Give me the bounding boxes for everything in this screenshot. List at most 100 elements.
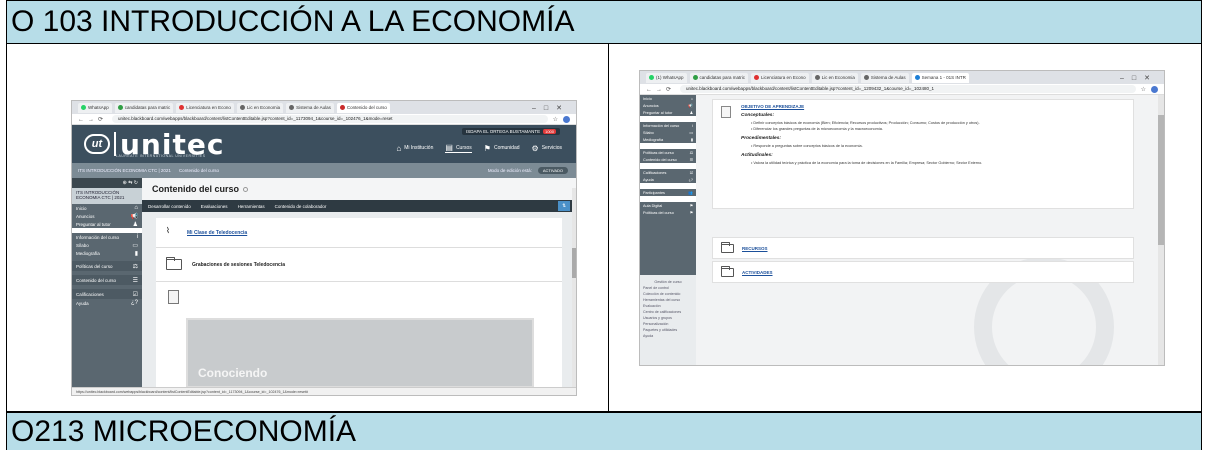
procedimentales-heading: Procedimentales: xyxy=(741,136,781,141)
sidebar-item-participantes[interactable]: Participantes 👥 xyxy=(640,189,696,196)
document-icon: ▭ xyxy=(132,242,138,249)
sidebar-item-ayuda[interactable]: Ayuda ¿? xyxy=(640,176,696,183)
folder-icon xyxy=(721,265,734,277)
sidebar-item-anuncios[interactable]: Anuncios 📢 xyxy=(640,102,696,109)
tab-bar: (1) WhatsApp candidatas para matric Lice… xyxy=(640,71,1164,84)
person-icon: ♟ xyxy=(132,221,138,228)
section-header-microeconomia: O213 MICROECONOMÍA xyxy=(6,412,1202,450)
panel-item[interactable]: Ayuda xyxy=(643,333,693,339)
sidebar-item-inicio[interactable]: Inicio ⌂ xyxy=(72,204,142,212)
profile-icon[interactable] xyxy=(563,115,570,123)
options-icon[interactable] xyxy=(243,186,249,192)
sidebar-item-inicio[interactable]: Inicio ⌂ xyxy=(640,95,696,102)
sidebar-item-contenido[interactable]: Contenido del curso ☰ xyxy=(72,275,142,285)
scrollbar[interactable] xyxy=(572,188,576,393)
sidebar-item-politicas[interactable]: Políticas del curso ⚖ xyxy=(640,149,696,156)
browser-tab[interactable]: Sistema de Aulas xyxy=(860,72,909,83)
star-icon[interactable]: ☆ xyxy=(1141,86,1146,93)
star-icon[interactable]: ☆ xyxy=(553,116,558,123)
page-title: Contenido del curso xyxy=(142,178,576,200)
sidebar-item-informacion[interactable]: Información del curso i xyxy=(72,233,142,241)
sidebar-item-calificaciones[interactable]: Calificaciones ☑ xyxy=(640,169,696,176)
browser-tab[interactable]: Licenciatura en Econo xyxy=(176,102,234,113)
top-nav: ⌂ Mi Institución ▤ Cursos ⚑ Comunidad ⚙ Serv… xyxy=(396,143,562,153)
browser-tab[interactable]: candidatas para matric xyxy=(114,102,174,113)
sidebar-item-politicas-2[interactable]: Políticas del curso ⚑ xyxy=(640,209,696,216)
window-controls[interactable]: –□✕ xyxy=(532,104,576,112)
window-controls[interactable]: –□✕ xyxy=(1120,74,1164,82)
bullet-item: • Responde a preguntas sobre conceptos b… xyxy=(751,144,863,148)
breadcrumb: ITS INTRODUCCIÓN ECONOMIA CTC | 2021 Con… xyxy=(72,163,576,178)
sidebar-item-informacion[interactable]: Información del curso i xyxy=(640,122,696,129)
browser-tab[interactable]: Sistema de Aulas xyxy=(286,102,334,113)
sidebar-item-preguntar[interactable]: Preguntar al tutor ♟ xyxy=(72,220,142,228)
sidebar-item-preguntar[interactable]: Preguntar al tutor ♟ xyxy=(640,109,696,116)
bullet-item: • Valora la utilidad teórica y práctica … xyxy=(751,161,983,165)
sidebar-tools[interactable]: ⊕ ⇆ ↻ xyxy=(72,178,142,188)
nav-mi-institucion[interactable]: ⌂ Mi Institución xyxy=(396,143,433,153)
objective-title[interactable]: OBJETIVO DE APRENDIZAJE xyxy=(741,104,1127,109)
profile-icon[interactable] xyxy=(1151,85,1158,93)
browser-tab[interactable]: Lic en Economia xyxy=(236,102,284,113)
content-area: OBJETIVO DE APRENDIZAJE Conceptuales: • … xyxy=(696,95,1164,365)
right-browser-screenshot: (1) WhatsApp candidatas para matric Lice… xyxy=(639,70,1165,366)
home-icon: ⌂ xyxy=(396,143,402,153)
sidebar-item-politicas[interactable]: Políticas del curso ⚖ xyxy=(72,261,142,271)
home-icon: ⌂ xyxy=(134,205,138,211)
sidebar-course-name[interactable]: ITS INTRODUCCIÓN ECONOMIA CTC | 2021 xyxy=(72,188,142,204)
nav-cursos[interactable]: ▤ Cursos xyxy=(445,143,472,153)
browser-tab-active[interactable]: Contenido del curso xyxy=(336,102,390,113)
sidebar-item-silabo[interactable]: Sílabo ▭ xyxy=(72,241,142,249)
browser-tab-active[interactable]: Semana 1 - 01S INTR xyxy=(911,72,969,83)
section-header-intro-economia: O 103 INTRODUCCIÓN A LA ECONOMÍA xyxy=(6,0,1202,44)
sidebar-item-contenido[interactable]: Contenido del curso ☰ xyxy=(640,156,696,163)
lms-body: ⊕ ⇆ ↻ ITS INTRODUCCIÓN ECONOMIA CTC | 20… xyxy=(72,178,576,395)
action-evaluaciones[interactable]: Evaluaciones xyxy=(201,204,228,209)
content-folder-title[interactable]: Grabaciones de sesiones Teledocencia xyxy=(192,262,285,268)
browser-tab[interactable]: WhatsApp xyxy=(78,102,112,113)
help-icon: ¿? xyxy=(130,300,138,306)
edit-mode-toggle[interactable]: ACTIVADO xyxy=(537,167,568,174)
video-title: Conociendo xyxy=(198,366,268,380)
action-herramientas[interactable]: Herramientas xyxy=(238,204,265,209)
nav-servicios[interactable]: ⚙ Servicios xyxy=(532,143,562,153)
content-link[interactable]: Mi Clase de Teledocencia xyxy=(187,230,247,236)
list-item: ⌇ Mi Clase de Teledocencia xyxy=(156,218,562,248)
status-bar: https://unitec.blackboard.com/webapps/bl… xyxy=(72,387,576,395)
nav-arrows-icon[interactable]: ←→⟳ xyxy=(78,116,107,123)
sort-icon[interactable]: ⇅ xyxy=(558,201,570,211)
list-item: ACTIVIDADES xyxy=(712,261,1134,283)
address-bar: ←→⟳ unitec.blackboard.com/webapps/blackb… xyxy=(640,84,1164,95)
list-item: RECURSOS xyxy=(712,237,1134,259)
screenshot-table-row: WhatsApp candidatas para matric Licencia… xyxy=(6,44,1202,412)
browser-tab[interactable]: candidatas para matric xyxy=(689,72,749,83)
services-icon: ⚙ xyxy=(531,143,539,153)
url-field[interactable]: unitec.blackboard.com/webapps/blackboard… xyxy=(112,115,548,123)
sidebar-item-aula-digital[interactable]: Aula Digital ⚑ xyxy=(640,202,696,209)
action-desarrollar[interactable]: Desarrollar contenido xyxy=(148,204,191,209)
nav-comunidad[interactable]: ⚑ Comunidad xyxy=(484,143,520,153)
sidebar-item-calificaciones[interactable]: Calificaciones ☑ xyxy=(72,289,142,299)
browser-tab[interactable]: Licenciatura en Econo xyxy=(751,72,809,83)
breadcrumb-course[interactable]: ITS INTRODUCCIÓN ECONOMIA CTC | 2021 xyxy=(78,168,171,173)
recursos-link[interactable]: RECURSOS xyxy=(742,246,768,251)
browser-tab[interactable]: (1) WhatsApp xyxy=(646,72,687,83)
notification-badge: 1000 xyxy=(543,129,556,134)
sidebar-item-anuncios[interactable]: Anuncios 📢 xyxy=(72,212,142,220)
sidebar-item-mediografia[interactable]: Mediografía ▮ xyxy=(72,249,142,257)
browser-tab[interactable]: Lic en Economia xyxy=(811,72,858,83)
lms-header: ut unitec LAUREATE INTERNATIONAL UNIVERS… xyxy=(72,125,576,163)
sidebar-item-silabo[interactable]: Sílabo ▭ xyxy=(640,129,696,136)
video-preview[interactable]: Conociendo xyxy=(186,318,534,388)
url-field[interactable]: unitec.blackboard.com/webapps/blackboard… xyxy=(680,85,1136,93)
user-menu[interactable]: ISDAPA EL ORTEGA BUSTAMANTE 1000 xyxy=(461,128,560,135)
lms-body: Inicio ⌂ Anuncios 📢 Preguntar al tutor ♟ In… xyxy=(640,95,1164,365)
sidebar-item-ayuda[interactable]: Ayuda ¿? xyxy=(72,299,142,307)
actividades-link[interactable]: ACTIVIDADES xyxy=(742,270,773,275)
learning-objective-block: OBJETIVO DE APRENDIZAJE Conceptuales: • … xyxy=(712,99,1134,209)
book-icon: ▮ xyxy=(134,250,138,257)
scrollbar[interactable] xyxy=(1158,95,1164,365)
nav-arrows-icon[interactable]: ←→⟳ xyxy=(646,86,675,93)
action-colaborador[interactable]: Contenido de colaborador xyxy=(275,204,327,209)
sidebar-item-mediografia[interactable]: Mediografía ▮ xyxy=(640,136,696,143)
